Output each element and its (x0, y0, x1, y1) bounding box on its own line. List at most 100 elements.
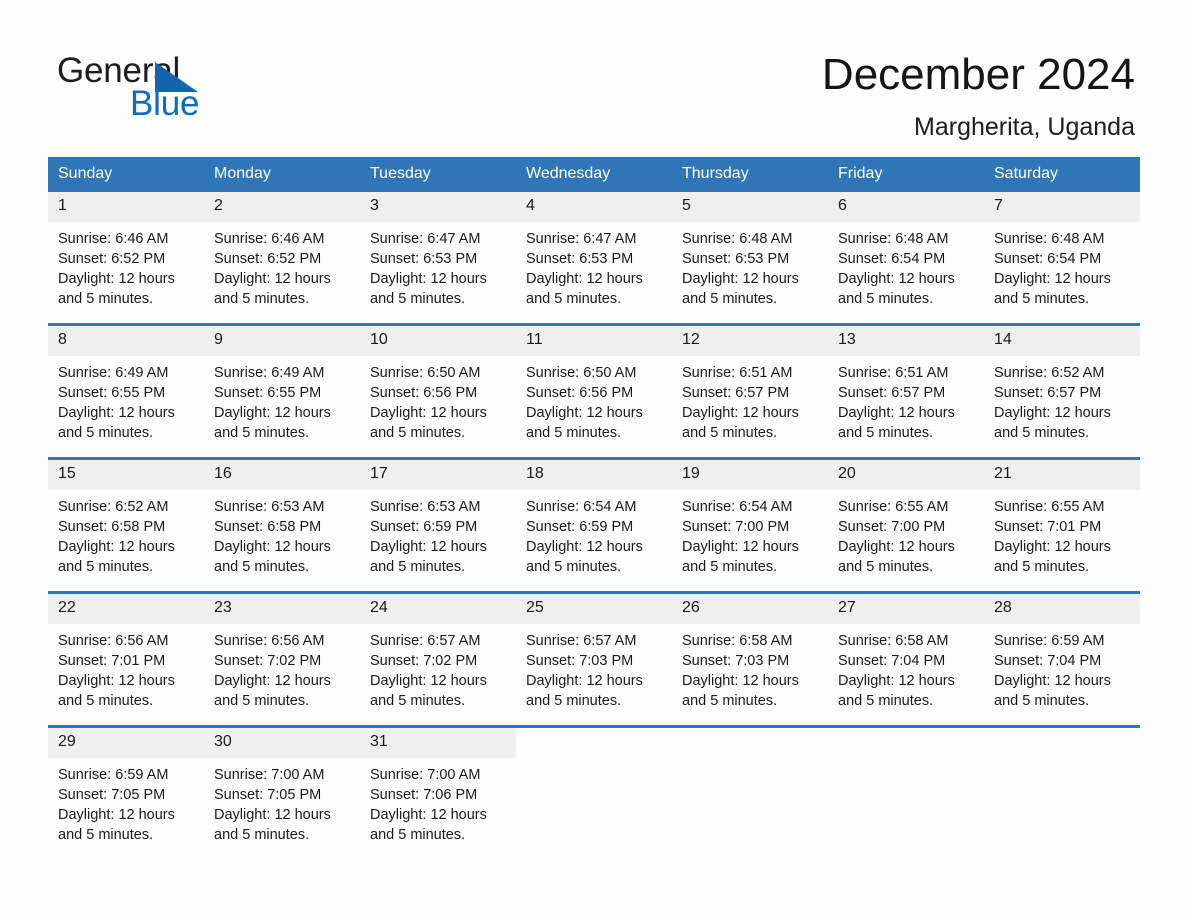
day-number: 14 (984, 326, 1140, 356)
day-cell[interactable]: 18 Sunrise: 6:54 AM Sunset: 6:59 PM Dayligh… (516, 457, 672, 593)
day-cell[interactable]: 28 Sunrise: 6:59 AM Sunset: 7:04 PM Dayligh… (984, 591, 1140, 727)
sunset-text: Sunset: 7:06 PM (370, 787, 478, 803)
sunset-text: Sunset: 6:52 PM (58, 251, 166, 267)
day-cell[interactable]: 2 Sunrise: 6:46 AM Sunset: 6:52 PM Daylight… (204, 192, 360, 325)
day-cell[interactable]: 7 Sunrise: 6:48 AM Sunset: 6:54 PM Daylight… (984, 192, 1140, 325)
sunset-text: Sunset: 6:53 PM (370, 251, 478, 267)
daylight-text-line2: and 5 minutes. (994, 693, 1090, 709)
daylight-text-line2: and 5 minutes. (370, 693, 466, 709)
daylight-text-line1: Daylight: 12 hours (370, 539, 487, 555)
day-number: 7 (984, 192, 1140, 222)
daylight-text-line1: Daylight: 12 hours (370, 673, 487, 689)
daylight-text-line2: and 5 minutes. (838, 291, 934, 307)
sunrise-text: Sunrise: 6:57 AM (526, 633, 637, 649)
daylight-text-line1: Daylight: 12 hours (58, 673, 175, 689)
weekday-header-friday: Friday (828, 157, 984, 192)
calendar-body: 1 Sunrise: 6:46 AM Sunset: 6:52 PM Daylight… (48, 192, 1140, 859)
day-cell[interactable]: 8 Sunrise: 6:49 AM Sunset: 6:55 PM Daylight… (48, 323, 204, 459)
day-cell[interactable]: 27 Sunrise: 6:58 AM Sunset: 7:04 PM Dayligh… (828, 591, 984, 727)
sunset-text: Sunset: 6:59 PM (526, 519, 634, 535)
daylight-text-line2: and 5 minutes. (58, 693, 154, 709)
calendar-week-row: 29 Sunrise: 6:59 AM Sunset: 7:05 PM Dayligh… (48, 725, 1140, 859)
general-blue-logo[interactable]: General Blue (57, 52, 337, 126)
day-details: Sunrise: 6:53 AM Sunset: 6:59 PM Daylight:… (360, 490, 516, 577)
sunset-text: Sunset: 7:00 PM (838, 519, 946, 535)
day-number: 15 (48, 460, 204, 490)
sunset-text: Sunset: 7:03 PM (526, 653, 634, 669)
title-block: December 2024 Margherita, Uganda (822, 48, 1135, 143)
day-details: Sunrise: 6:55 AM Sunset: 7:00 PM Daylight:… (828, 490, 984, 577)
day-cell[interactable]: 19 Sunrise: 6:54 AM Sunset: 7:00 PM Dayligh… (672, 457, 828, 593)
sunset-text: Sunset: 6:54 PM (838, 251, 946, 267)
daylight-text-line2: and 5 minutes. (370, 827, 466, 843)
day-cell[interactable]: 31 Sunrise: 7:00 AM Sunset: 7:06 PM Dayligh… (360, 725, 516, 859)
day-number: 30 (204, 728, 360, 758)
day-cell[interactable]: 1 Sunrise: 6:46 AM Sunset: 6:52 PM Daylight… (48, 192, 204, 325)
calendar-week-row: 22 Sunrise: 6:56 AM Sunset: 7:01 PM Dayligh… (48, 591, 1140, 727)
day-cell[interactable]: 10 Sunrise: 6:50 AM Sunset: 6:56 PM Dayligh… (360, 323, 516, 459)
day-number: 3 (360, 192, 516, 222)
day-cell[interactable]: 22 Sunrise: 6:56 AM Sunset: 7:01 PM Dayligh… (48, 591, 204, 727)
day-cell[interactable]: 25 Sunrise: 6:57 AM Sunset: 7:03 PM Dayligh… (516, 591, 672, 727)
day-cell[interactable]: 6 Sunrise: 6:48 AM Sunset: 6:54 PM Daylight… (828, 192, 984, 325)
daylight-text-line2: and 5 minutes. (370, 425, 466, 441)
day-cell-empty (984, 725, 1140, 859)
sunset-text: Sunset: 6:57 PM (994, 385, 1102, 401)
sunrise-text: Sunrise: 6:50 AM (526, 365, 637, 381)
daylight-text-line2: and 5 minutes. (370, 559, 466, 575)
weekday-header-tuesday: Tuesday (360, 157, 516, 192)
location-subtitle: Margherita, Uganda (914, 113, 1135, 141)
day-details: Sunrise: 6:49 AM Sunset: 6:55 PM Daylight:… (48, 356, 204, 443)
day-cell-empty (828, 725, 984, 859)
sunset-text: Sunset: 6:58 PM (58, 519, 166, 535)
sunset-text: Sunset: 7:05 PM (58, 787, 166, 803)
day-number: 2 (204, 192, 360, 222)
day-cell[interactable]: 23 Sunrise: 6:56 AM Sunset: 7:02 PM Dayligh… (204, 591, 360, 727)
sunset-text: Sunset: 7:01 PM (994, 519, 1102, 535)
day-cell[interactable]: 21 Sunrise: 6:55 AM Sunset: 7:01 PM Dayligh… (984, 457, 1140, 593)
day-cell[interactable]: 15 Sunrise: 6:52 AM Sunset: 6:58 PM Dayligh… (48, 457, 204, 593)
day-details: Sunrise: 6:51 AM Sunset: 6:57 PM Daylight:… (672, 356, 828, 443)
sunset-text: Sunset: 7:04 PM (994, 653, 1102, 669)
sunrise-text: Sunrise: 6:47 AM (526, 231, 637, 247)
day-number: 9 (204, 326, 360, 356)
sunset-text: Sunset: 6:56 PM (370, 385, 478, 401)
sunset-text: Sunset: 6:59 PM (370, 519, 478, 535)
sunset-text: Sunset: 7:02 PM (214, 653, 322, 669)
sunrise-text: Sunrise: 6:58 AM (682, 633, 793, 649)
day-cell[interactable]: 3 Sunrise: 6:47 AM Sunset: 6:53 PM Daylight… (360, 192, 516, 325)
daylight-text-line1: Daylight: 12 hours (838, 673, 955, 689)
day-cell[interactable]: 11 Sunrise: 6:50 AM Sunset: 6:56 PM Dayligh… (516, 323, 672, 459)
day-details: Sunrise: 6:49 AM Sunset: 6:55 PM Daylight:… (204, 356, 360, 443)
day-cell[interactable]: 12 Sunrise: 6:51 AM Sunset: 6:57 PM Dayligh… (672, 323, 828, 459)
day-details: Sunrise: 6:51 AM Sunset: 6:57 PM Daylight:… (828, 356, 984, 443)
day-cell[interactable]: 5 Sunrise: 6:48 AM Sunset: 6:53 PM Daylight… (672, 192, 828, 325)
day-cell[interactable]: 24 Sunrise: 6:57 AM Sunset: 7:02 PM Dayligh… (360, 591, 516, 727)
day-cell[interactable]: 20 Sunrise: 6:55 AM Sunset: 7:00 PM Dayligh… (828, 457, 984, 593)
sunrise-text: Sunrise: 6:58 AM (838, 633, 949, 649)
day-cell[interactable]: 14 Sunrise: 6:52 AM Sunset: 6:57 PM Dayligh… (984, 323, 1140, 459)
sunset-text: Sunset: 6:53 PM (682, 251, 790, 267)
daylight-text-line2: and 5 minutes. (838, 425, 934, 441)
day-number: 28 (984, 594, 1140, 624)
sunrise-text: Sunrise: 6:55 AM (994, 499, 1105, 515)
day-cell[interactable]: 9 Sunrise: 6:49 AM Sunset: 6:55 PM Daylight… (204, 323, 360, 459)
day-cell[interactable]: 16 Sunrise: 6:53 AM Sunset: 6:58 PM Dayligh… (204, 457, 360, 593)
day-cell[interactable]: 4 Sunrise: 6:47 AM Sunset: 6:53 PM Daylight… (516, 192, 672, 325)
day-cell[interactable]: 17 Sunrise: 6:53 AM Sunset: 6:59 PM Dayligh… (360, 457, 516, 593)
day-details: Sunrise: 6:56 AM Sunset: 7:02 PM Daylight:… (204, 624, 360, 711)
sunset-text: Sunset: 6:57 PM (682, 385, 790, 401)
sunrise-text: Sunrise: 6:54 AM (526, 499, 637, 515)
day-cell[interactable]: 26 Sunrise: 6:58 AM Sunset: 7:03 PM Dayligh… (672, 591, 828, 727)
sunset-text: Sunset: 6:57 PM (838, 385, 946, 401)
day-number: 19 (672, 460, 828, 490)
daylight-text-line1: Daylight: 12 hours (994, 271, 1111, 287)
day-cell[interactable]: 30 Sunrise: 7:00 AM Sunset: 7:05 PM Dayligh… (204, 725, 360, 859)
day-cell[interactable]: 29 Sunrise: 6:59 AM Sunset: 7:05 PM Dayligh… (48, 725, 204, 859)
day-cell[interactable]: 13 Sunrise: 6:51 AM Sunset: 6:57 PM Dayligh… (828, 323, 984, 459)
day-details: Sunrise: 6:48 AM Sunset: 6:54 PM Daylight:… (984, 222, 1140, 309)
sunset-text: Sunset: 6:55 PM (214, 385, 322, 401)
day-number: 18 (516, 460, 672, 490)
daylight-text-line2: and 5 minutes. (526, 693, 622, 709)
sunrise-text: Sunrise: 6:56 AM (214, 633, 325, 649)
